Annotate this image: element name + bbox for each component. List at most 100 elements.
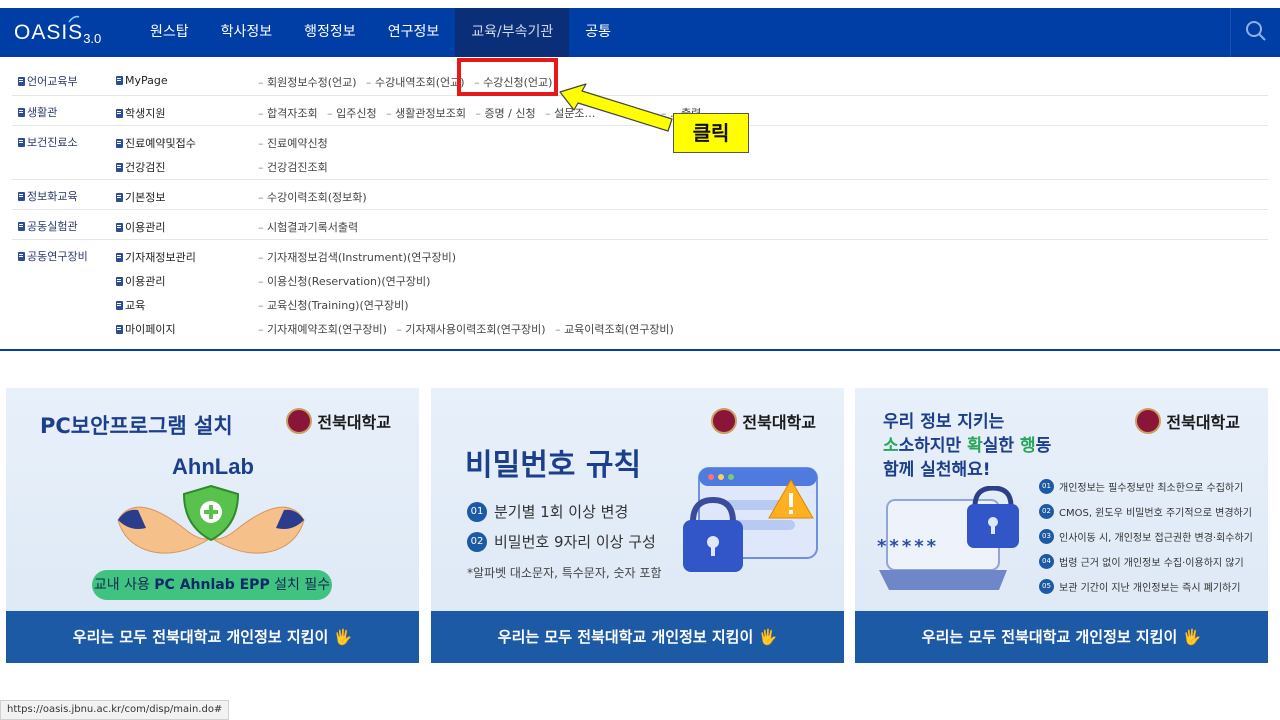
- sub-equipment-info[interactable]: 기자재정보관리: [116, 249, 196, 265]
- top-navigation-bar: OASIS3.0 원스탑 학사정보 행정정보 연구정보 교육/부속기관 공통: [0, 8, 1280, 57]
- banner-title: PC보안프로그램 설치: [40, 414, 233, 438]
- link-member-info-edit[interactable]: 회원정보수정(언교): [258, 76, 357, 89]
- sub-label: 학생지원: [125, 107, 166, 120]
- sub-student-support[interactable]: 학생지원: [116, 105, 165, 121]
- link-equipment-reservation-view[interactable]: 기자재예약조회(연구장비): [258, 323, 387, 336]
- link-dorm-info[interactable]: 생활관정보조회: [386, 107, 466, 120]
- link-training-history[interactable]: 교육이력조회(연구장비): [555, 323, 674, 336]
- banner-privacy-actions[interactable]: 전북대학교 우리 정보 지키는 소소하지만 확실한 행동 함께 실천해요! **…: [855, 388, 1268, 663]
- link-course-history[interactable]: 수강내역조회(언교): [366, 76, 465, 89]
- pill-text-post: 설치 필수: [269, 577, 331, 593]
- sub-health-checkup[interactable]: 건강검진: [116, 159, 165, 175]
- password-mask: *****: [877, 536, 940, 557]
- rule-number: 02: [467, 531, 487, 552]
- link-training-request[interactable]: 교육신청(Training)(연구장비): [258, 299, 409, 312]
- menu-academic-info[interactable]: 학사정보: [205, 8, 289, 57]
- category-language-education[interactable]: 언어교육부: [18, 73, 78, 89]
- link-admission-check[interactable]: 합격자조회: [258, 107, 318, 120]
- link-test-result-print[interactable]: 시험결과기록서출력: [258, 221, 358, 234]
- link-equipment-usage-history[interactable]: 기자재사용이력조회(연구장비): [396, 323, 545, 336]
- logo-version: 3.0: [83, 31, 102, 46]
- links-equipment-usage: 이용신청(Reservation)(연구장비): [258, 273, 436, 289]
- menu-research-info[interactable]: 연구정보: [372, 8, 456, 57]
- category-it-education[interactable]: 정보화교육: [18, 188, 78, 204]
- sub-clinic-reservation[interactable]: 진료예약및접수: [116, 135, 196, 151]
- sub-equipment-usage[interactable]: 이용관리: [116, 273, 165, 289]
- oasis-logo[interactable]: OASIS3.0: [14, 15, 102, 46]
- links-my-page: 기자재예약조회(연구장비) 기자재사용이력조회(연구장비) 교육이력조회(연구장…: [258, 321, 680, 337]
- sub-my-page[interactable]: 마이페이지: [116, 321, 176, 337]
- title-text: 소하지만: [898, 436, 968, 456]
- link-health-checkup-view[interactable]: 건강검진조회: [258, 161, 328, 174]
- privacy-action-list: 01 개인정보는 필수정보만 최소한으로 수집하기 02 CMOS, 윈도우 비밀번…: [1039, 474, 1253, 599]
- university-logo: 전북대학교: [286, 408, 391, 434]
- pointer-arrow-icon: [559, 83, 673, 132]
- sub-usage-management[interactable]: 이용관리: [116, 219, 165, 235]
- privacy-action-item: 03 인사이동 시, 개인정보 접근권한 변경·회수하기: [1039, 524, 1253, 549]
- sub-label: 이용관리: [125, 275, 166, 288]
- category-dormitory[interactable]: 생활관: [18, 104, 57, 120]
- sub-label: 기본정보: [125, 191, 166, 204]
- menu-onestop[interactable]: 원스탑: [134, 8, 205, 57]
- title-accent: 확: [967, 436, 983, 456]
- links-equipment-info: 기자재정보검색(Instrument)(연구장비): [258, 249, 462, 265]
- rule-text: 분기별 1회 이상 변경: [494, 503, 629, 521]
- book-icon: [18, 76, 25, 86]
- item-text: 보관 기간이 지난 개인정보는 즉시 폐기하기: [1059, 583, 1241, 594]
- section-it-education: 정보화교육 기본정보 수강이력조회(정보화): [12, 179, 1268, 209]
- university-name: 전북대학교: [742, 413, 816, 432]
- university-name: 전북대학교: [317, 413, 391, 432]
- book-icon: [18, 251, 25, 261]
- menu-education-affiliates[interactable]: 교육/부속기관: [455, 8, 570, 57]
- search-button[interactable]: [1230, 8, 1280, 57]
- book-icon: [116, 108, 123, 118]
- sub-label: 기자재정보관리: [125, 251, 196, 264]
- status-bar-url: https://oasis.jbnu.ac.kr/com/disp/main.d…: [0, 700, 230, 720]
- sub-label: 마이페이지: [125, 323, 176, 336]
- link-instrument-search[interactable]: 기자재정보검색(Instrument)(연구장비): [258, 251, 456, 264]
- rule-number: 01: [467, 501, 487, 522]
- link-move-in-application[interactable]: 입주신청: [327, 107, 376, 120]
- link-certificate-request[interactable]: 증명 / 신청: [475, 107, 535, 120]
- university-seal-icon: [711, 408, 738, 434]
- link-clinic-reservation-request[interactable]: 진료예약신청: [258, 137, 328, 150]
- category-label: 생활관: [27, 106, 58, 119]
- sub-mypage[interactable]: MyPage: [116, 74, 168, 87]
- book-icon: [116, 138, 123, 148]
- book-icon: [116, 324, 123, 334]
- category-shared-lab[interactable]: 공동실험관: [18, 218, 78, 234]
- book-icon: [116, 162, 123, 172]
- menu-common[interactable]: 공통: [569, 8, 627, 57]
- privacy-action-item: 01 개인정보는 필수정보만 최소한으로 수집하기: [1039, 474, 1253, 499]
- rule-item: 02 비밀번호 9자리 이상 구성: [467, 531, 656, 552]
- category-label: 보건진료소: [27, 136, 78, 149]
- menu-admin-info[interactable]: 행정정보: [288, 8, 372, 57]
- category-label: 공동연구장비: [27, 250, 88, 263]
- logo-spark-icon: [68, 15, 80, 23]
- item-number: 04: [1039, 554, 1054, 569]
- section-shared-lab: 공동실험관 이용관리 시험결과기록서출력: [12, 209, 1268, 239]
- item-number: 03: [1039, 529, 1054, 544]
- banner-pc-security[interactable]: PC보안프로그램 설치 전북대학교 AhnLab 교내 사용 PC Ahnlab…: [6, 388, 419, 663]
- banner-footer: 우리는 모두 전북대학교 개인정보 지킴이 🖐: [6, 611, 419, 663]
- sub-label: 건강검진: [125, 161, 166, 174]
- links-health-checkup: 건강검진조회: [258, 159, 334, 175]
- main-menu: 원스탑 학사정보 행정정보 연구정보 교육/부속기관 공통: [134, 8, 627, 57]
- category-health-clinic[interactable]: 보건진료소: [18, 134, 78, 150]
- sub-training[interactable]: 교육: [116, 297, 145, 313]
- sub-basic-info[interactable]: 기본정보: [116, 189, 165, 205]
- title-line-3: 함께 실천해요!: [883, 460, 991, 480]
- link-reservation-request[interactable]: 이용신청(Reservation)(연구장비): [258, 275, 430, 288]
- banner-password-rules[interactable]: 전북대학교 비밀번호 규칙 01 분기별 1회 이상 변경 02 비밀번호 9자리 …: [431, 388, 844, 663]
- link-course-history-it[interactable]: 수강이력조회(정보화): [258, 191, 367, 204]
- title-text: 실한: [982, 436, 1020, 456]
- sub-label: 교육: [125, 299, 146, 312]
- category-label: 정보화교육: [27, 190, 78, 203]
- privacy-action-item: 05 보관 기간이 지난 개인정보는 즉시 폐기하기: [1039, 574, 1253, 599]
- banner-footer: 우리는 모두 전북대학교 개인정보 지킴이 🖐: [855, 611, 1268, 663]
- title-accent: 소: [883, 436, 899, 456]
- item-number: 02: [1039, 504, 1054, 519]
- book-icon: [18, 221, 25, 231]
- category-shared-equipment[interactable]: 공동연구장비: [18, 248, 88, 264]
- book-icon: [116, 300, 123, 310]
